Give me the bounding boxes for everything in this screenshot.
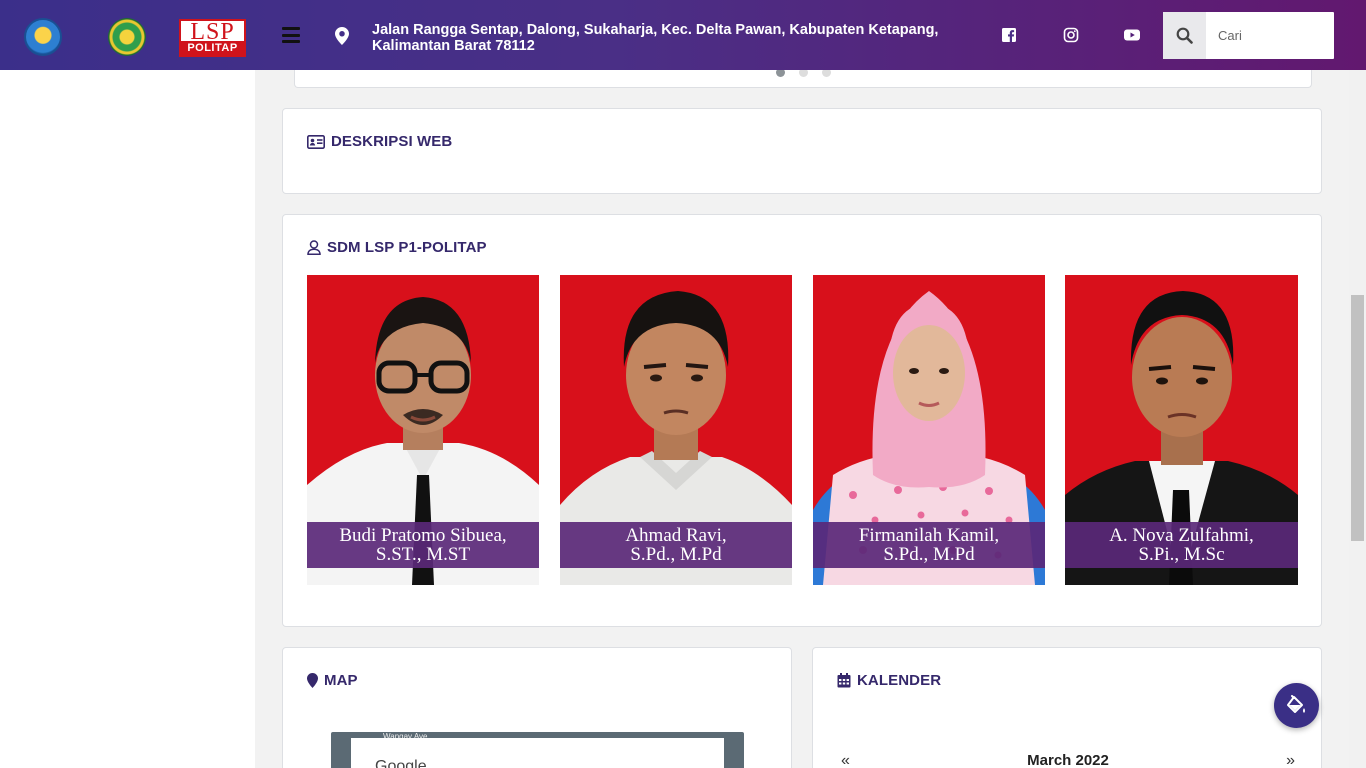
staff-name: Firmanilah Kamil, xyxy=(858,525,1000,546)
map-title: MAP xyxy=(324,672,358,689)
calendar-next-button[interactable]: » xyxy=(1286,752,1295,768)
staff-card[interactable]: A. Nova Zulfahmi, S.Pi., M.Sc xyxy=(1065,275,1298,585)
kalender-heading: KALENDER xyxy=(837,672,941,689)
staff-name: Budi Pratomo Sibuea, xyxy=(339,525,507,546)
top-navbar: LSP POLITAP Jalan Rangga Sentap, Dalong,… xyxy=(0,0,1366,70)
staff-caption: A. Nova Zulfahmi, S.Pi., M.Sc xyxy=(1065,522,1298,568)
sdm-card: SDM LSP P1-POLITAP Budi Pratomo Sibuea, xyxy=(282,214,1322,627)
left-sidebar xyxy=(0,70,255,768)
staff-card[interactable]: Ahmad Ravi, S.Pd., M.Pd xyxy=(560,275,792,585)
instagram-icon[interactable] xyxy=(1062,26,1080,44)
sdm-heading: SDM LSP P1-POLITAP xyxy=(307,239,487,256)
map-card: MAP Wangay Ave Google xyxy=(282,647,792,768)
facebook-icon[interactable] xyxy=(1000,26,1018,44)
address-text: Jalan Rangga Sentap, Dalong, Sukaharja, … xyxy=(372,22,952,54)
staff-degree: S.ST., M.ST xyxy=(375,544,471,565)
staff-caption: Budi Pratomo Sibuea, S.ST., M.ST xyxy=(307,522,539,568)
map-heading: MAP xyxy=(307,672,358,689)
map-provider-label: Google xyxy=(375,758,427,768)
sdm-title: SDM LSP P1-POLITAP xyxy=(327,239,487,256)
calendar-icon xyxy=(837,673,851,688)
deskripsi-web-card: DESKRIPSI WEB xyxy=(282,108,1322,194)
politap-logo[interactable] xyxy=(108,18,146,56)
search-box xyxy=(1163,12,1334,59)
logo-lsp-text: LSP xyxy=(190,19,235,45)
staff-degree: S.Pi., M.Sc xyxy=(1138,544,1225,565)
search-icon xyxy=(1176,27,1193,44)
kalender-card: KALENDER « March 2022 » xyxy=(812,647,1322,768)
deskripsi-web-heading: DESKRIPSI WEB xyxy=(307,133,452,150)
scrollbar-thumb[interactable] xyxy=(1351,295,1364,541)
search-input[interactable] xyxy=(1218,12,1328,59)
search-button[interactable] xyxy=(1163,12,1206,59)
address-line-2: Kalimantan Barat 78112 xyxy=(372,38,535,54)
staff-name: Ahmad Ravi, xyxy=(625,525,727,546)
deskripsi-web-title: DESKRIPSI WEB xyxy=(331,133,453,150)
id-card-icon xyxy=(307,134,325,149)
address-line-1: Jalan Rangga Sentap, Dalong, Sukaharja, … xyxy=(372,22,939,38)
calendar-month-label: March 2022 xyxy=(1027,752,1109,768)
calendar-navigation: « March 2022 » xyxy=(837,750,1299,768)
youtube-icon[interactable] xyxy=(1123,26,1141,44)
staff-degree: S.Pd., M.Pd xyxy=(630,544,722,565)
staff-name: A. Nova Zulfahmi, xyxy=(1109,525,1254,546)
map-overlay-panel: Google xyxy=(351,738,724,768)
tut-wuri-handayani-logo[interactable] xyxy=(24,18,62,56)
staff-caption: Ahmad Ravi, S.Pd., M.Pd xyxy=(560,522,792,568)
map-marker-icon xyxy=(335,27,349,45)
kalender-title: KALENDER xyxy=(857,672,942,689)
staff-degree: S.Pd., M.Pd xyxy=(883,544,975,565)
logo-politap-text: POLITAP xyxy=(181,41,244,55)
paint-bucket-icon xyxy=(1287,695,1305,713)
map-marker-icon xyxy=(307,673,318,688)
lsp-politap-logo[interactable]: LSP POLITAP xyxy=(179,19,246,57)
staff-gallery: Budi Pratomo Sibuea, S.ST., M.ST Ahmad R… xyxy=(307,275,1298,585)
hamburger-icon[interactable] xyxy=(282,27,300,43)
staff-card[interactable]: Firmanilah Kamil, S.Pd., M.Pd xyxy=(813,275,1045,585)
staff-card[interactable]: Budi Pratomo Sibuea, S.ST., M.ST xyxy=(307,275,539,585)
embedded-map[interactable]: Wangay Ave Google xyxy=(331,732,744,768)
user-icon xyxy=(307,240,321,255)
staff-caption: Firmanilah Kamil, S.Pd., M.Pd xyxy=(813,522,1045,568)
theme-customizer-button[interactable] xyxy=(1274,683,1319,728)
